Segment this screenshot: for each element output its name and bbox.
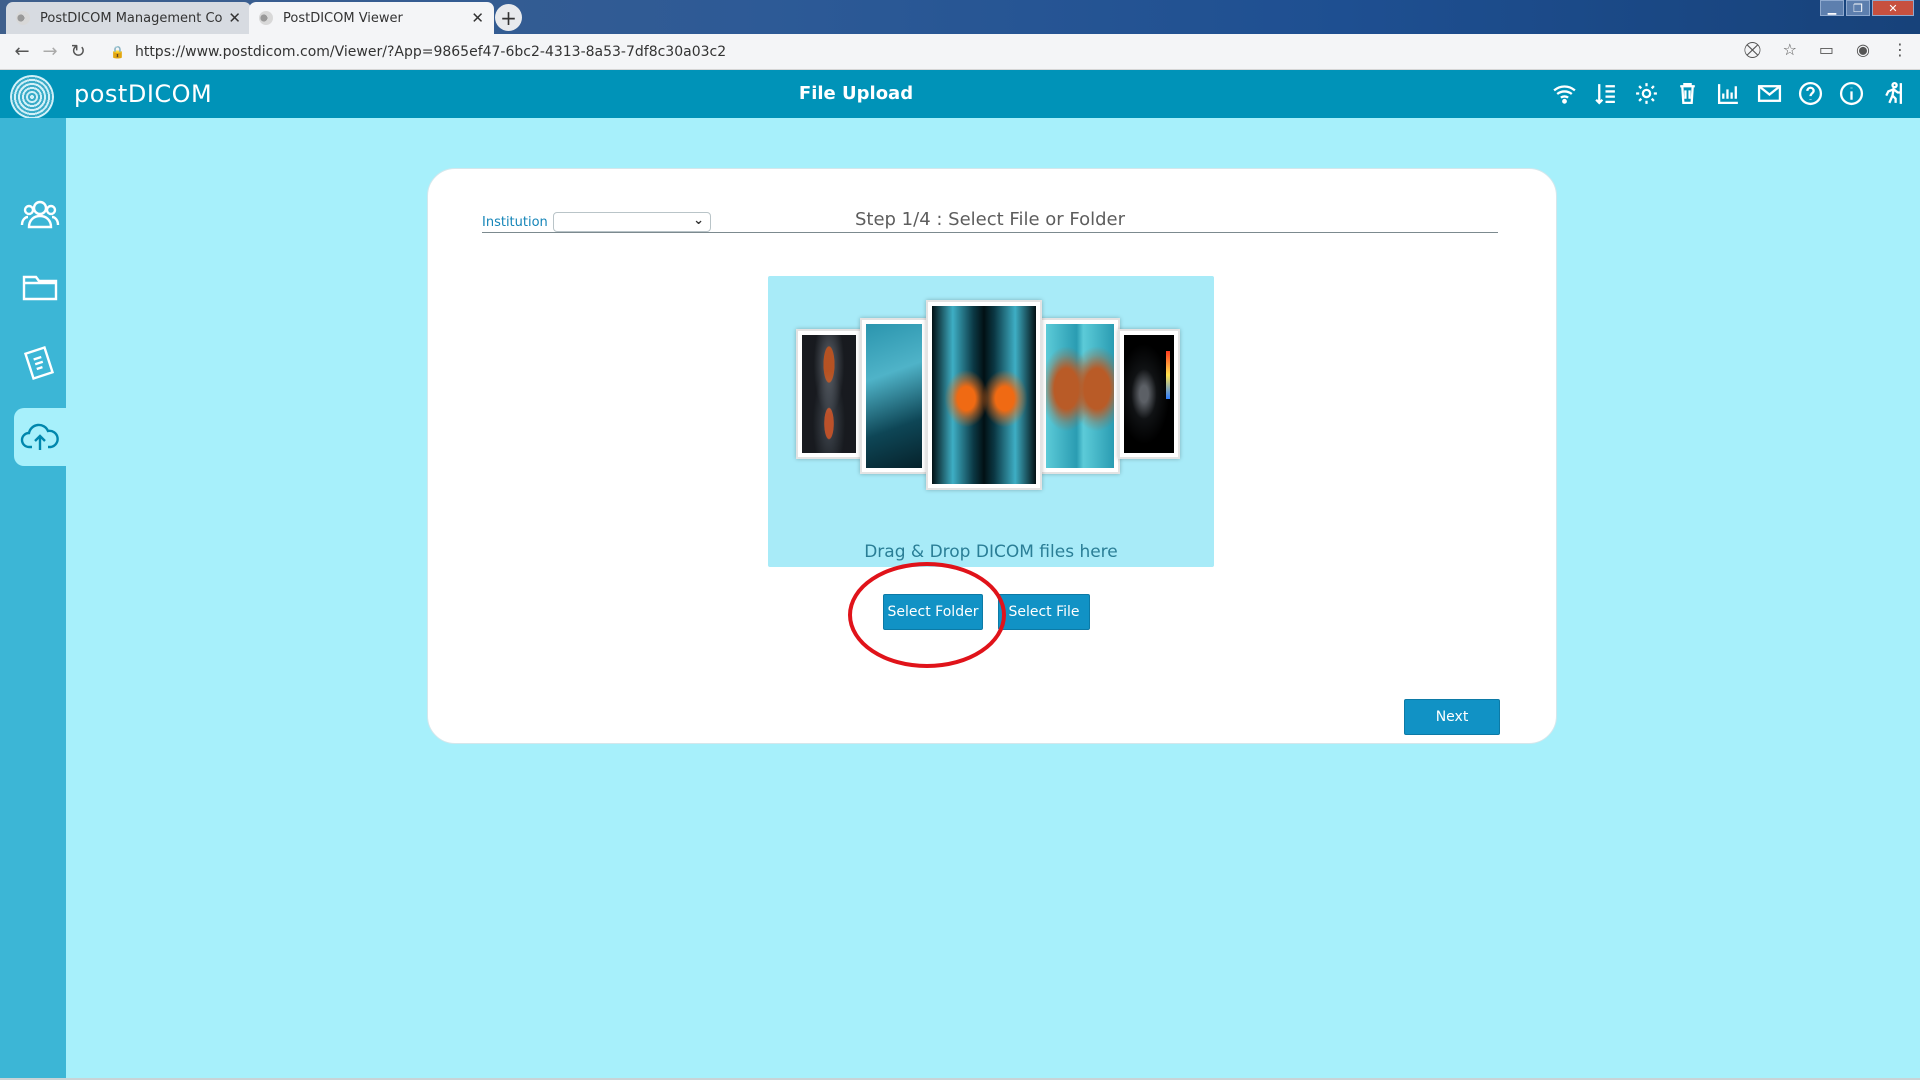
reload-icon[interactable]: ↻	[64, 38, 92, 66]
knee-xray-image	[926, 300, 1042, 490]
cast-icon[interactable]: ▭	[1819, 40, 1834, 60]
postdicom-favicon-icon	[259, 11, 273, 25]
sidebar-item-patients[interactable]	[14, 186, 66, 244]
browser-tab-management[interactable]: PostDICOM Management Conso ✕	[6, 2, 251, 34]
gear-icon[interactable]	[1633, 79, 1660, 108]
folder-icon	[22, 275, 58, 301]
step-title: Step 1/4 : Select File or Folder	[854, 209, 1126, 230]
close-window-icon[interactable]: ✕	[1872, 0, 1914, 16]
browser-tab-strip: PostDICOM Management Conso ✕ PostDICOM V…	[0, 0, 1920, 34]
sidebar-item-folders[interactable]	[14, 258, 66, 316]
minimize-icon[interactable]: ▁	[1820, 0, 1844, 16]
bookmark-star-icon[interactable]: ☆	[1783, 40, 1797, 60]
wifi-icon[interactable]	[1551, 79, 1578, 108]
logout-icon[interactable]	[1879, 79, 1906, 108]
documents-icon	[23, 346, 55, 380]
tab-title: PostDICOM Viewer	[283, 10, 403, 26]
jaw-xray-image	[860, 318, 928, 474]
browser-tab-viewer[interactable]: PostDICOM Viewer ✕	[249, 2, 494, 34]
tab-title: PostDICOM Management Conso	[40, 10, 223, 26]
browser-toolbar-actions: ⛒ ☆ ▭ ◉ ⋮	[1744, 40, 1908, 60]
close-tab-icon[interactable]: ✕	[471, 9, 484, 27]
sidebar-item-upload[interactable]	[14, 408, 66, 466]
app-header: postDICOM File Upload	[0, 70, 1920, 119]
select-file-button[interactable]: Select File	[998, 594, 1090, 630]
users-icon	[20, 200, 60, 229]
dicom-drop-zone[interactable]: Drag & Drop DICOM files here	[768, 276, 1214, 567]
header-toolbar	[1551, 79, 1906, 108]
cloud-upload-icon	[20, 423, 59, 450]
help-icon[interactable]	[1797, 79, 1824, 108]
chart-icon[interactable]	[1715, 79, 1742, 108]
ultrasound-image	[1118, 329, 1180, 459]
close-tab-icon[interactable]: ✕	[228, 9, 241, 27]
step-header: Institution ⌄ Step 1/4 : Select File or …	[482, 191, 1498, 233]
sidebar-item-documents[interactable]	[14, 333, 66, 391]
profile-icon[interactable]: ◉	[1856, 40, 1870, 60]
drop-zone-text: Drag & Drop DICOM files here	[864, 542, 1118, 562]
sort-icon[interactable]	[1592, 79, 1619, 108]
postdicom-favicon-icon	[16, 11, 30, 25]
url-text: https://www.postdicom.com/Viewer/?App=98…	[134, 44, 727, 60]
address-bar[interactable]: 🔒 https://www.postdicom.com/Viewer/?App=…	[110, 38, 1750, 66]
chest-xray-image	[1040, 318, 1120, 474]
menu-dots-icon[interactable]: ⋮	[1892, 40, 1908, 60]
restore-icon[interactable]: ❐	[1846, 0, 1870, 16]
sidebar	[0, 118, 66, 1080]
highlight-annotation-circle	[848, 562, 1006, 668]
window-controls: ▁ ❐ ✕	[1820, 0, 1914, 16]
upload-card: Institution ⌄ Step 1/4 : Select File or …	[427, 168, 1557, 744]
trash-icon[interactable]	[1674, 79, 1701, 108]
page-title: File Upload	[798, 83, 914, 104]
lock-icon: 🔒	[110, 45, 125, 59]
back-arrow-icon[interactable]: ←	[8, 38, 36, 66]
info-icon[interactable]	[1838, 79, 1865, 108]
browser-toolbar: ← → ↻ 🔒 https://www.postdicom.com/Viewer…	[0, 34, 1920, 70]
site-settings-icon[interactable]: ⛒	[1744, 40, 1760, 60]
mail-icon[interactable]	[1756, 79, 1783, 108]
forward-arrow-icon[interactable]: →	[36, 38, 64, 66]
new-tab-button[interactable]: +	[495, 4, 522, 31]
next-button[interactable]: Next	[1404, 699, 1500, 735]
brain-scan-image	[796, 329, 862, 459]
